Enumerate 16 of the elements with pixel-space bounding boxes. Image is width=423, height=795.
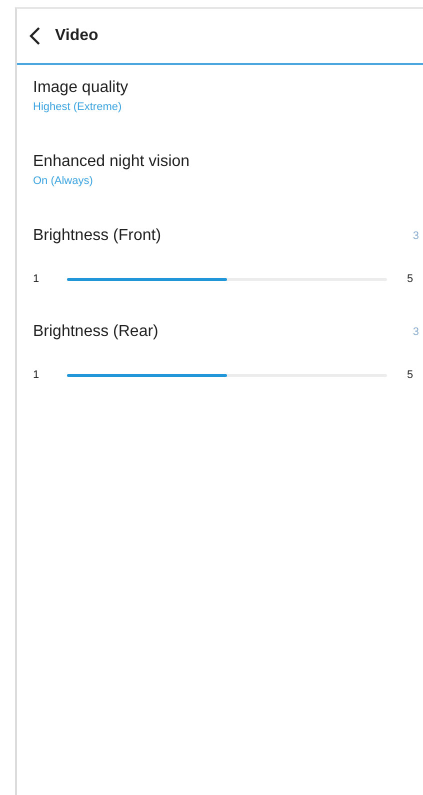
slider-reading: 3 [412, 230, 419, 242]
setting-label: Brightness (Front) [33, 227, 162, 245]
slider-reading: 3 [412, 326, 419, 338]
slider-max: 5 [407, 369, 414, 381]
slider-min: 1 [33, 273, 40, 285]
page-title: Video [55, 27, 98, 45]
setting-label[interactable]: Enhanced night vision [33, 153, 423, 171]
setting-value: Highest (Extreme) [33, 101, 123, 113]
back-icon[interactable] [29, 26, 41, 46]
slider-max: 5 [407, 273, 414, 285]
setting-label[interactable]: Image quality [33, 79, 423, 97]
slider-track[interactable] [67, 278, 387, 280]
slider-track[interactable] [67, 374, 387, 376]
slider-min: 1 [33, 369, 40, 381]
setting-label: Brightness (Rear) [33, 323, 158, 341]
setting-value: On (Always) [33, 175, 94, 187]
